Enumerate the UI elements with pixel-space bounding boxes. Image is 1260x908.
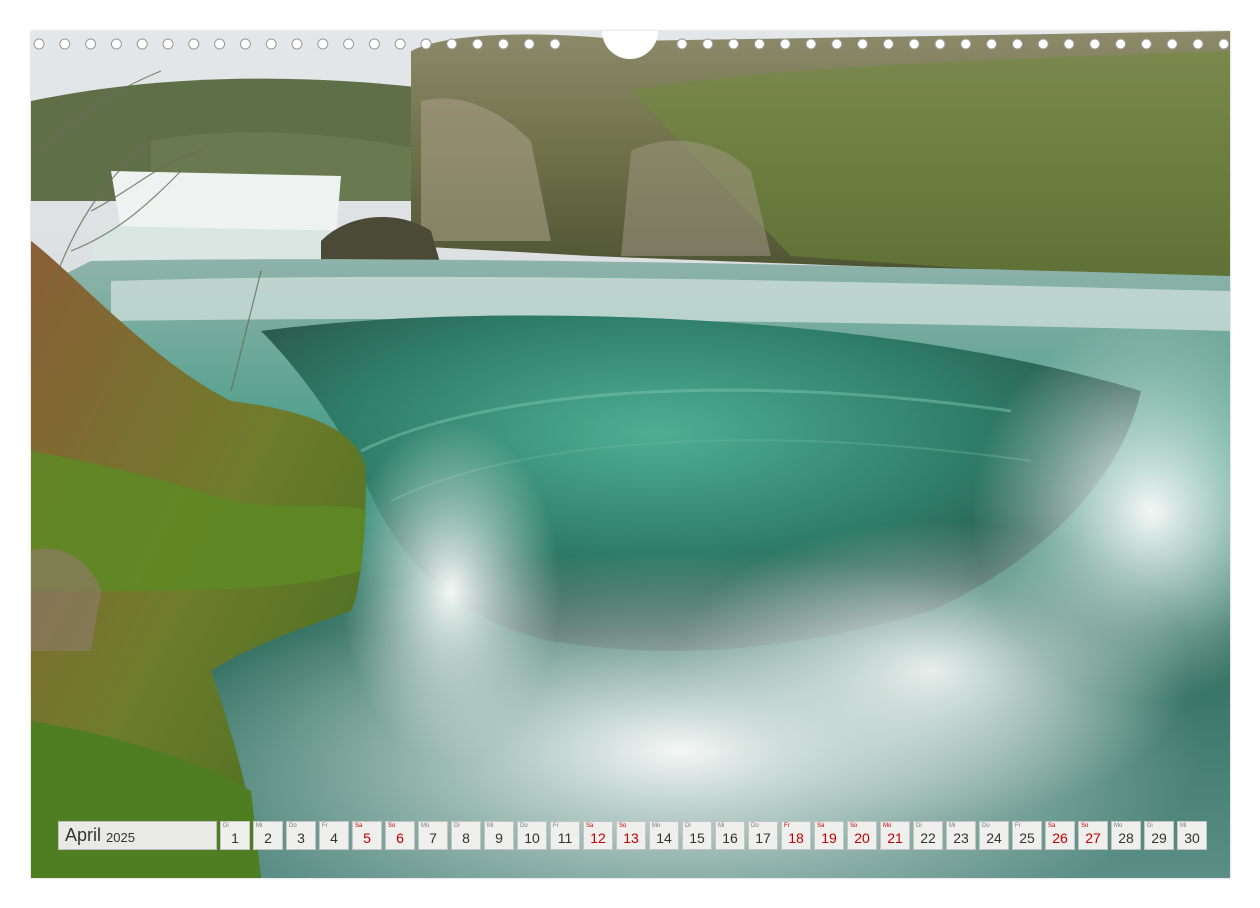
calendar-strip: April 2025 Di 1 Mi 2 Do 3 Fr 4 Sa 5 So 6 Mo 7 Di 8 Mi 9 Do…	[58, 821, 1210, 850]
month-name: April	[65, 825, 102, 845]
day-cell: So 27	[1078, 821, 1108, 850]
weekday-label: Sa	[586, 823, 594, 829]
day-number: 23	[953, 830, 969, 846]
day-number: 8	[462, 830, 470, 846]
day-number: 12	[590, 830, 606, 846]
weekday-label: Mo	[652, 823, 661, 829]
day-number: 19	[821, 830, 837, 846]
waterfall-photo	[31, 31, 1230, 878]
day-cell: So 13	[616, 821, 646, 850]
day-cell: Mo 14	[649, 821, 679, 850]
weekday-label: Fr	[322, 823, 328, 829]
month-label-box: April 2025	[58, 821, 217, 850]
day-number: 2	[264, 830, 272, 846]
weekday-label: Mi	[487, 823, 494, 829]
weekday-label: Fr	[1015, 823, 1021, 829]
day-number: 4	[330, 830, 338, 846]
day-cell: Di 1	[220, 821, 250, 850]
calendar-page: April 2025 Di 1 Mi 2 Do 3 Fr 4 Sa 5 So 6 Mo 7 Di 8 Mi 9 Do…	[31, 31, 1230, 878]
day-cell: Sa 5	[352, 821, 382, 850]
day-cell: Mo 7	[418, 821, 448, 850]
day-number: 29	[1151, 830, 1167, 846]
year-label: 2025	[106, 829, 135, 845]
day-number: 6	[396, 830, 404, 846]
day-cell: Di 22	[913, 821, 943, 850]
day-cell: Fr 18	[781, 821, 811, 850]
weekday-label: Do	[289, 823, 297, 829]
weekday-label: Mi	[949, 823, 956, 829]
day-number: 9	[495, 830, 503, 846]
day-number: 27	[1085, 830, 1101, 846]
day-number: 24	[986, 830, 1002, 846]
day-cell: Di 15	[682, 821, 712, 850]
day-cell: Mi 30	[1177, 821, 1207, 850]
day-cells: Di 1 Mi 2 Do 3 Fr 4 Sa 5 So 6 Mo 7 Di 8 Mi 9 Do 10 Fr 11 Sa 12 S…	[220, 821, 1210, 850]
weekday-label: Mi	[718, 823, 725, 829]
day-cell: Fr 11	[550, 821, 580, 850]
day-cell: So 6	[385, 821, 415, 850]
day-cell: Mo 28	[1111, 821, 1141, 850]
weekday-label: So	[388, 823, 396, 829]
weekday-label: Do	[982, 823, 990, 829]
day-cell: Sa 12	[583, 821, 613, 850]
day-cell: Di 29	[1144, 821, 1174, 850]
weekday-label: Do	[520, 823, 528, 829]
weekday-label: So	[619, 823, 627, 829]
weekday-label: Fr	[553, 823, 559, 829]
day-number: 13	[623, 830, 639, 846]
day-number: 22	[920, 830, 936, 846]
day-cell: Mo 21	[880, 821, 910, 850]
weekday-label: Sa	[355, 823, 363, 829]
weekday-label: Sa	[817, 823, 825, 829]
weekday-label: Di	[454, 823, 460, 829]
day-number: 3	[297, 830, 305, 846]
day-cell: So 20	[847, 821, 877, 850]
day-cell: Do 17	[748, 821, 778, 850]
weekday-label: Mi	[256, 823, 263, 829]
weekday-label: Mo	[1114, 823, 1123, 829]
weekday-label: Sa	[1048, 823, 1056, 829]
day-cell: Mi 23	[946, 821, 976, 850]
day-cell: Sa 19	[814, 821, 844, 850]
day-number: 5	[363, 830, 371, 846]
day-cell: Fr 25	[1012, 821, 1042, 850]
day-number: 18	[788, 830, 804, 846]
day-cell: Do 24	[979, 821, 1009, 850]
day-cell: Di 8	[451, 821, 481, 850]
day-number: 14	[656, 830, 672, 846]
day-number: 26	[1052, 830, 1068, 846]
weekday-label: Fr	[784, 823, 790, 829]
weekday-label: Mo	[421, 823, 430, 829]
day-cell: Mi 2	[253, 821, 283, 850]
day-number: 17	[755, 830, 771, 846]
day-number: 1	[231, 830, 239, 846]
day-number: 15	[689, 830, 705, 846]
weekday-label: So	[850, 823, 858, 829]
weekday-label: Mo	[883, 823, 892, 829]
day-number: 20	[854, 830, 870, 846]
weekday-label: Di	[1147, 823, 1153, 829]
day-cell: Do 3	[286, 821, 316, 850]
weekday-label: Di	[916, 823, 922, 829]
day-cell: Do 10	[517, 821, 547, 850]
day-cell: Mi 16	[715, 821, 745, 850]
day-number: 25	[1019, 830, 1035, 846]
day-number: 21	[887, 830, 903, 846]
weekday-label: Mi	[1180, 823, 1187, 829]
day-cell: Mi 9	[484, 821, 514, 850]
weekday-label: So	[1081, 823, 1089, 829]
day-number: 16	[722, 830, 738, 846]
day-number: 7	[429, 830, 437, 846]
weekday-label: Di	[685, 823, 691, 829]
day-number: 30	[1184, 830, 1200, 846]
day-cell: Fr 4	[319, 821, 349, 850]
day-cell: Sa 26	[1045, 821, 1075, 850]
weekday-label: Do	[751, 823, 759, 829]
day-number: 11	[557, 830, 573, 846]
day-number: 10	[524, 830, 540, 846]
day-number: 28	[1118, 830, 1134, 846]
weekday-label: Di	[223, 823, 229, 829]
